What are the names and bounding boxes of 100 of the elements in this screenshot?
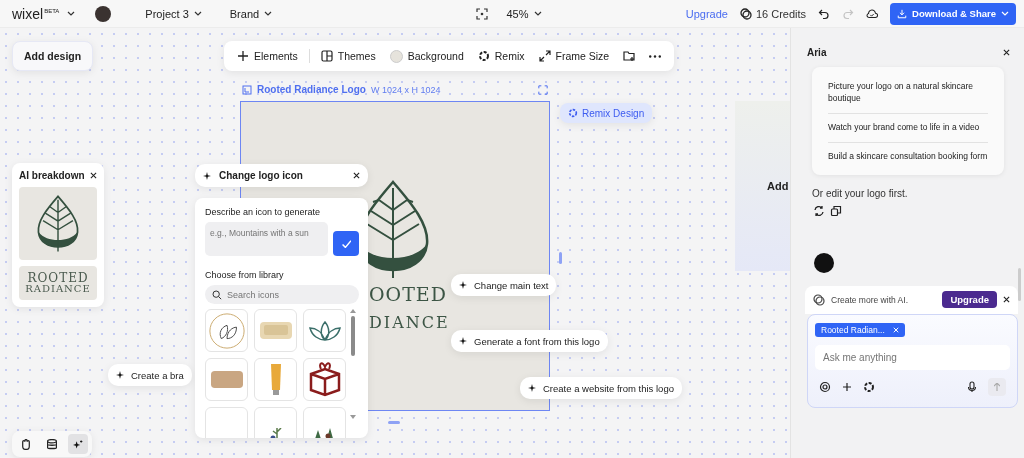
credits-label: 16 Credits [755, 7, 807, 20]
library-icon-tile[interactable] [254, 309, 297, 352]
remix-icon [477, 50, 490, 62]
panel-title: AI breakdown [19, 170, 85, 181]
suggestion-chip[interactable]: Generate a font from this logo [451, 330, 608, 352]
sparkle-icon [459, 281, 467, 289]
folder-add-icon [623, 50, 636, 62]
avatar[interactable] [95, 5, 112, 22]
color-swatch-icon [389, 49, 403, 63]
elements-tool[interactable]: Elements [232, 44, 303, 68]
suggestion-item[interactable]: Watch your brand come to life in a video [828, 113, 988, 143]
sparkle-icon [116, 371, 124, 379]
tube-icon [270, 364, 281, 395]
assistant-avatar [814, 252, 834, 273]
add-design-button[interactable]: Add design [12, 41, 94, 71]
suggestion-item[interactable]: Picture your logo on a natural skincare boutique [828, 73, 988, 114]
frame-size-tool[interactable]: Frame Size [533, 44, 615, 68]
ai-tool-button[interactable] [68, 434, 88, 454]
library-icon-tile[interactable] [303, 309, 346, 352]
resize-handle[interactable] [559, 252, 562, 264]
scroll-down-icon[interactable] [350, 415, 356, 419]
search-field[interactable]: Search icons [205, 285, 359, 304]
close-icon[interactable] [90, 172, 97, 179]
suggestion-chip[interactable]: Change main text [451, 274, 557, 296]
fit-screen-icon[interactable] [476, 7, 489, 20]
library-icon-tile[interactable] [205, 309, 248, 352]
suggestion-chip[interactable]: Create a bra [108, 364, 192, 386]
close-icon[interactable] [1003, 296, 1010, 304]
library-icon-tile[interactable] [254, 407, 297, 438]
resize-handle[interactable] [388, 421, 400, 424]
download-share-button[interactable]: Download & Share [890, 2, 1016, 25]
remix-icon [568, 108, 578, 118]
credits-icon [813, 293, 825, 306]
refresh-icon[interactable] [813, 204, 825, 217]
background-tool[interactable]: Background [384, 44, 469, 68]
project-menu[interactable]: Project 3 [135, 7, 212, 20]
suggestion-chip[interactable]: Create a website from this logo [520, 377, 682, 399]
target-icon[interactable] [819, 380, 831, 393]
caret-icon [193, 11, 202, 16]
library-icon-tile[interactable] [303, 407, 346, 438]
zoom-menu[interactable]: 45% [496, 7, 552, 20]
remix-icon[interactable] [863, 380, 875, 393]
plant-icon [269, 428, 282, 438]
upgrade-link[interactable]: Upgrade [685, 7, 728, 20]
chat-input[interactable]: Ask me anything [815, 344, 1010, 370]
resize-icon [538, 50, 551, 62]
scrollbar[interactable] [350, 309, 356, 419]
logo-tagline: DIANCE [369, 315, 450, 331]
assistant-message: Or edit your logo first. [812, 187, 909, 199]
scroll-up-icon[interactable] [350, 309, 356, 313]
frame-size: W 1024 x H 1024 [370, 84, 441, 95]
palette-icon [320, 50, 333, 62]
soap-bar-icon [259, 322, 292, 339]
caret-icon [264, 11, 273, 16]
plus-icon [237, 50, 249, 62]
close-icon[interactable] [353, 172, 360, 179]
add-icon[interactable] [841, 380, 853, 393]
themes-tool[interactable]: Themes [315, 44, 381, 68]
remix-tool[interactable]: Remix [472, 44, 530, 68]
library-icon-tile[interactable] [205, 407, 248, 438]
suggestion-item[interactable]: Build a skincare consultation booking form [828, 142, 988, 171]
library-icon-tile[interactable] [254, 358, 297, 401]
sparkle-icon [73, 438, 83, 450]
undo-icon[interactable] [818, 7, 831, 20]
arrow-up-icon [994, 382, 1000, 391]
scrollbar[interactable] [1018, 268, 1021, 301]
caret-icon [533, 11, 542, 16]
library-icon-tile[interactable] [303, 358, 346, 401]
remix-design-button[interactable]: Remix Design [560, 103, 653, 123]
close-icon[interactable] [1003, 48, 1010, 56]
assistant-title: Aria [807, 46, 827, 58]
credits-icon [739, 7, 752, 20]
logo-icon-thumbnail[interactable] [19, 187, 97, 260]
library-icon-tile[interactable] [205, 358, 248, 401]
caret-icon[interactable] [67, 11, 76, 16]
wordmark-thumbnail[interactable]: ROOTED RADIANCE [19, 266, 97, 300]
attachment-chip[interactable]: Rooted Radian... [815, 322, 905, 337]
wordmark-text: RADIANCE [25, 284, 91, 294]
sparkle-icon [203, 171, 211, 180]
more-icon [649, 54, 662, 58]
section-menu[interactable]: Brand [219, 7, 283, 20]
leaf-logo-drawing [35, 193, 81, 254]
design-card[interactable]: Add [735, 101, 790, 271]
copy-icon[interactable] [830, 204, 842, 217]
checkmark-icon [341, 239, 351, 248]
lotus-icon [308, 320, 341, 341]
sparkle-icon [459, 337, 467, 345]
icon-prompt-field[interactable]: e.g., Mountains with a sun [205, 222, 328, 256]
frame-title[interactable]: Rooted Radiance Logo [257, 84, 366, 95]
cloud-icon[interactable] [866, 7, 879, 20]
generate-button[interactable] [333, 231, 359, 256]
logo-wordmark: OOTED [369, 285, 447, 304]
promo-text: Create more with AI. [831, 294, 908, 305]
brand-logo[interactable]: wixel$^{BETA}$ [12, 5, 60, 22]
microphone-icon[interactable] [966, 380, 978, 393]
box-icon [308, 362, 341, 397]
frame-icon [242, 84, 252, 95]
leaf-icon [207, 311, 246, 350]
sparkle-icon [528, 384, 536, 392]
upgrade-button[interactable]: Upgrade [942, 291, 997, 309]
